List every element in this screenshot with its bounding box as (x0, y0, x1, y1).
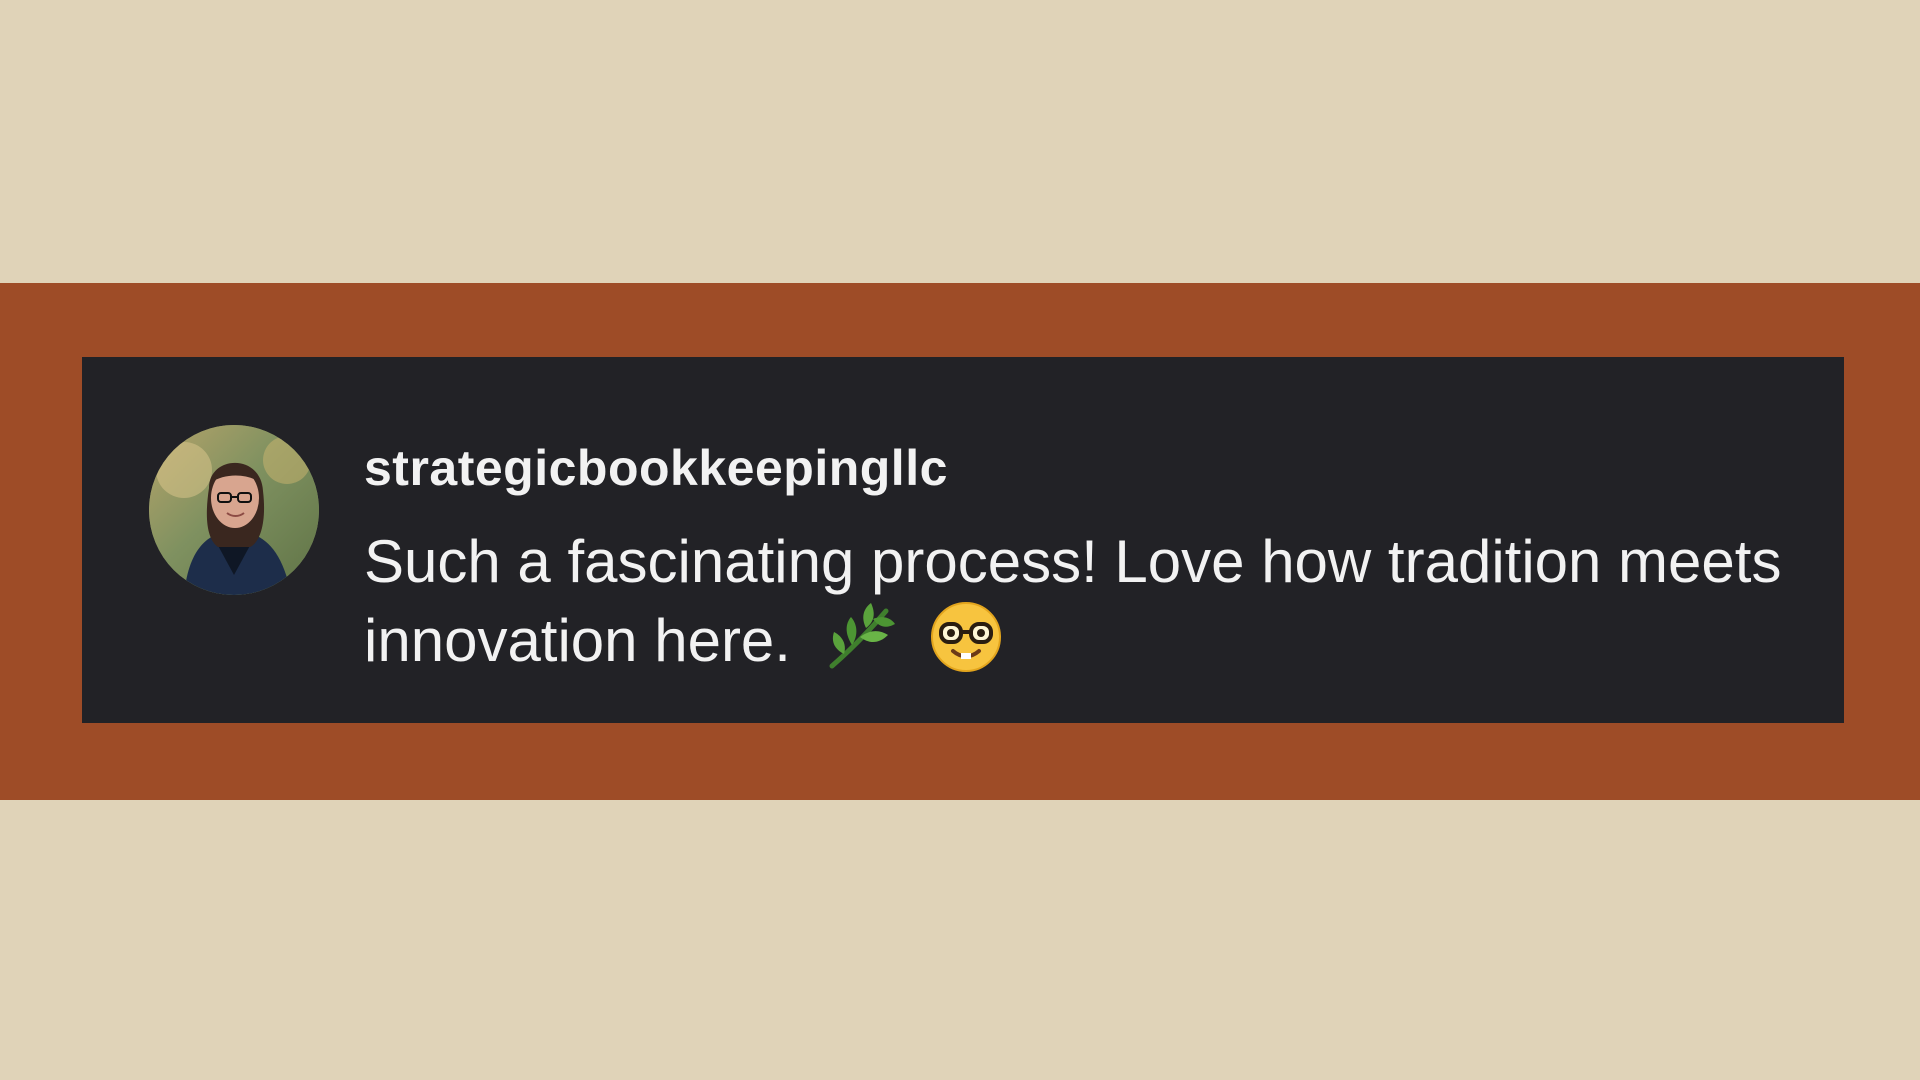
avatar-image (149, 425, 319, 595)
comment-text-container: Such a fascinating process! Love how tra… (364, 525, 1804, 678)
comment-text: Such a fascinating process! Love how tra… (364, 528, 1782, 674)
herb-icon (822, 599, 898, 675)
comment-card: strategicbookkeepingllc Such a fascinati… (82, 357, 1844, 723)
comment-username[interactable]: strategicbookkeepingllc (364, 443, 1804, 493)
nerd-face-icon (928, 599, 1004, 675)
comment-body: strategicbookkeepingllc Such a fascinati… (364, 443, 1804, 678)
avatar[interactable] (149, 425, 319, 595)
